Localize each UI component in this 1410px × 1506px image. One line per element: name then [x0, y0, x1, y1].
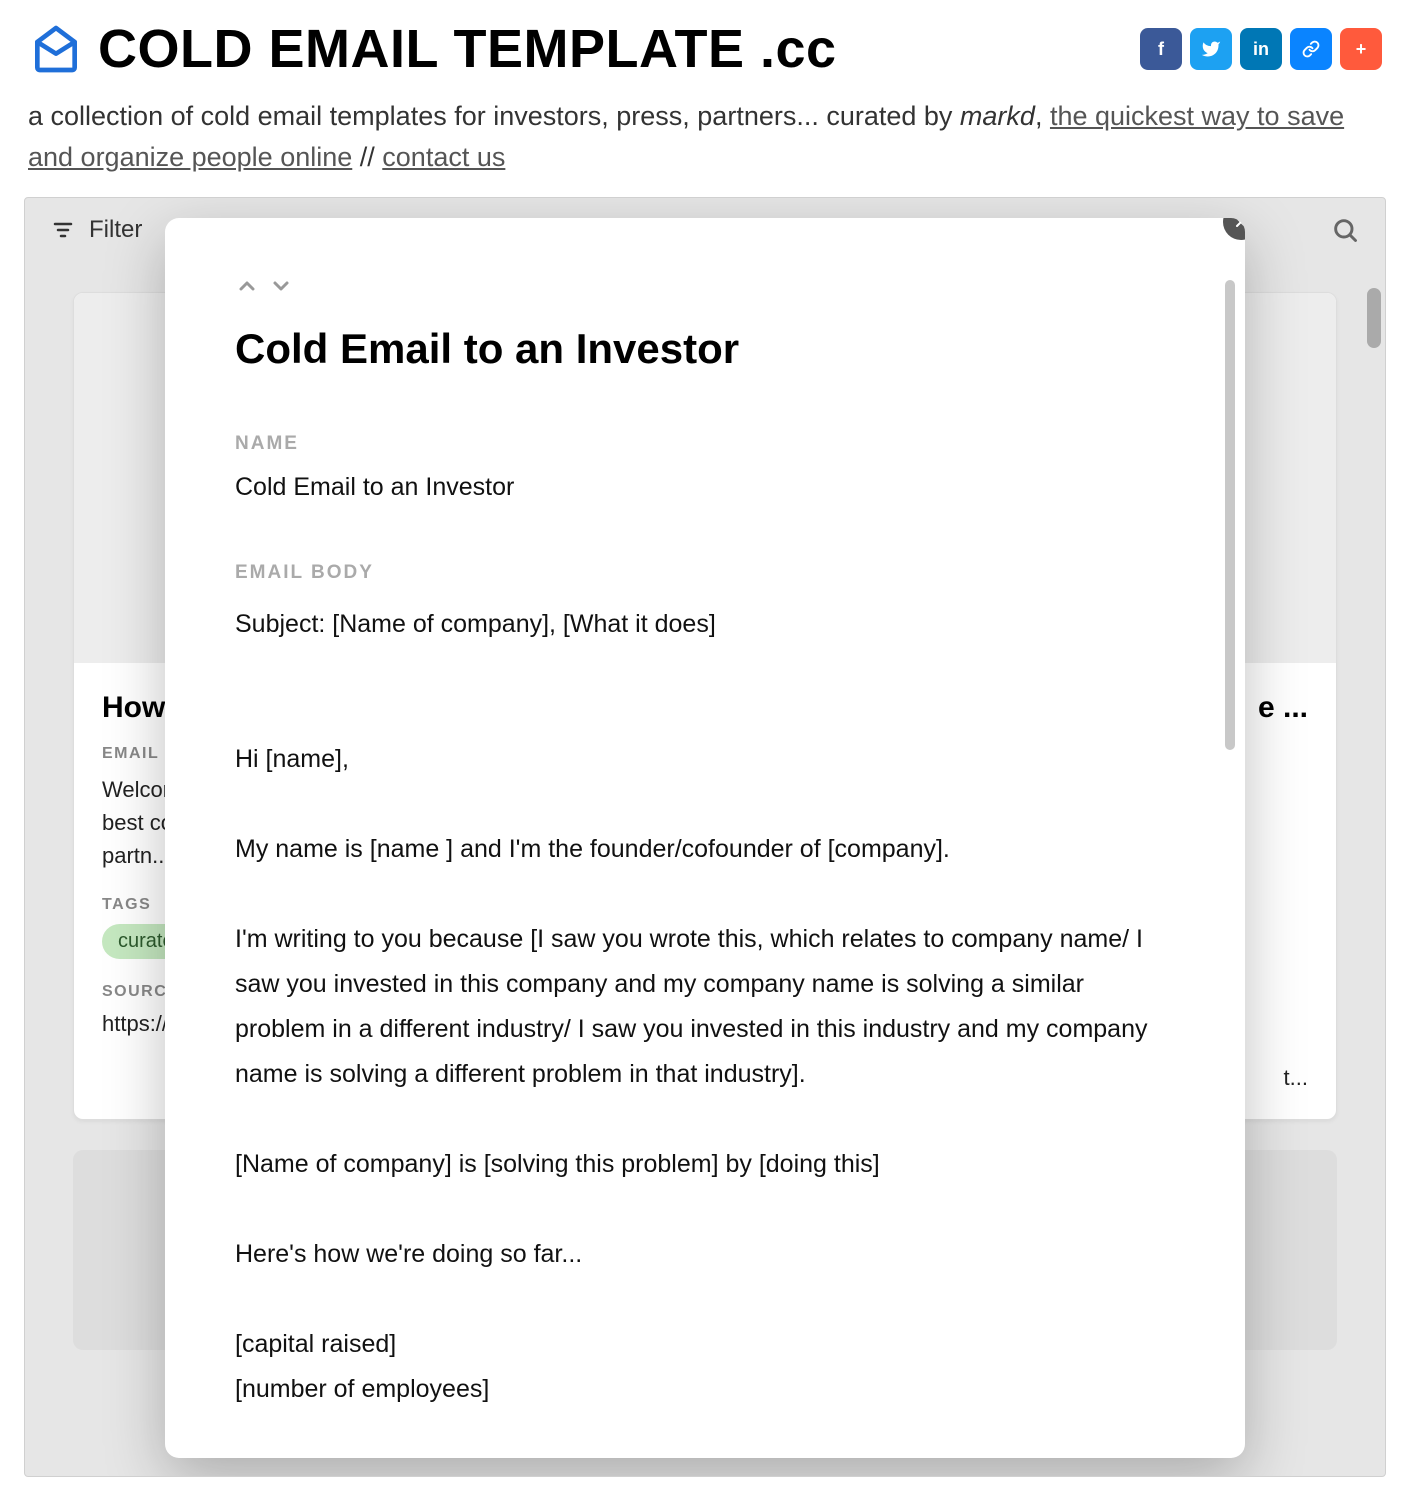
name-value: Cold Email to an Investor	[235, 473, 1175, 502]
name-label: NAME	[235, 433, 1175, 455]
link-button[interactable]	[1290, 28, 1332, 70]
plus-button[interactable]: +	[1340, 28, 1382, 70]
app-frame: Filter How To Use... EMAIL BODY Welcome …	[24, 197, 1386, 1477]
link-icon	[1302, 40, 1320, 58]
envelope-icon	[28, 21, 84, 77]
site-title: COLD EMAIL TEMPLATE .cc	[98, 18, 837, 80]
nav-arrows	[235, 274, 1175, 305]
modal-overlay: Cold Email to an Investor NAME Cold Emai…	[25, 198, 1385, 1476]
prev-arrow[interactable]	[235, 274, 259, 305]
contact-link[interactable]: contact us	[382, 142, 505, 172]
chevron-up-icon	[235, 274, 259, 298]
close-icon	[1233, 218, 1245, 230]
subhead: a collection of cold email templates for…	[0, 80, 1410, 197]
linkedin-button[interactable]: in	[1240, 28, 1282, 70]
social-row: f in +	[1140, 28, 1382, 70]
email-body: Subject: [Name of company], [What it doe…	[235, 602, 1175, 1412]
body-label: EMAIL BODY	[235, 562, 1175, 584]
close-button[interactable]	[1223, 218, 1245, 240]
modal-scrollbar[interactable]	[1225, 280, 1235, 750]
facebook-button[interactable]: f	[1140, 28, 1182, 70]
twitter-button[interactable]	[1190, 28, 1232, 70]
twitter-icon	[1201, 39, 1221, 59]
modal-title: Cold Email to an Investor	[235, 325, 1175, 373]
markd-name: markd	[960, 101, 1035, 131]
logo-title: COLD EMAIL TEMPLATE .cc	[28, 18, 837, 80]
modal: Cold Email to an Investor NAME Cold Emai…	[165, 218, 1245, 1458]
chevron-down-icon	[269, 274, 293, 298]
next-arrow[interactable]	[269, 274, 293, 305]
header: COLD EMAIL TEMPLATE .cc f in +	[0, 0, 1410, 80]
